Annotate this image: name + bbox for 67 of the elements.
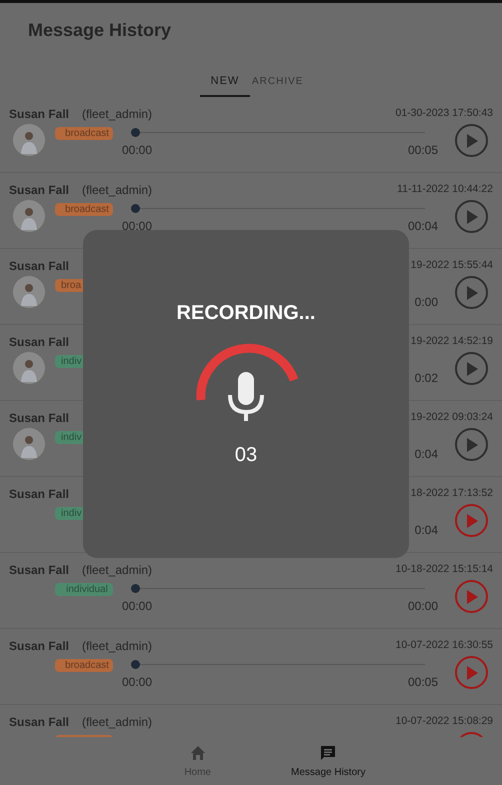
audio-thumb[interactable]: [131, 128, 140, 137]
sender-name: Susan Fall: [9, 638, 70, 655]
audio-thumb[interactable]: [131, 204, 140, 213]
sender-name: Susan Fall: [9, 714, 70, 731]
audio-thumb[interactable]: [131, 584, 140, 593]
current-time: 00:00: [122, 218, 152, 235]
timestamp: 01-30-2023 17:50:43: [396, 106, 493, 122]
current-time: 00:00: [122, 598, 152, 615]
play-icon: [466, 362, 478, 376]
page-title: Message History: [28, 19, 172, 42]
sender-name: Susan Fall: [9, 106, 70, 123]
message-tag: broadcast: [55, 659, 113, 672]
timestamp: 19-2022 15:55:44: [410, 258, 493, 274]
sender-role: (fleet_admin): [82, 182, 152, 199]
play-button[interactable]: [455, 504, 488, 537]
current-time: 00:00: [122, 142, 152, 159]
sender-name: Susan Fall: [9, 562, 70, 579]
play-icon: [466, 514, 478, 528]
sender-role: (fleet_admin): [82, 638, 152, 655]
play-icon: [466, 286, 478, 300]
duration: 00:05: [408, 674, 438, 691]
message-tag: individual: [55, 583, 113, 596]
tab[interactable]: NEW: [200, 58, 250, 97]
play-icon: [466, 210, 478, 224]
timestamp: 19-2022 14:52:19: [410, 334, 493, 350]
duration: 0:02: [414, 370, 438, 387]
message-tag: broadcast: [55, 127, 113, 140]
play-button[interactable]: [455, 656, 488, 689]
sender-role: (fleet_admin): [82, 562, 152, 579]
timestamp: 10-18-2022 15:15:14: [396, 562, 493, 578]
duration: 0:00: [414, 294, 438, 311]
play-button[interactable]: [455, 428, 488, 461]
play-icon: [466, 438, 478, 452]
home-icon: [190, 745, 206, 761]
sender-name: Susan Fall: [9, 486, 70, 503]
timestamp: 11-11-2022 10:44:22: [397, 182, 493, 198]
timestamp: 10-07-2022 15:08:29: [396, 714, 493, 730]
timestamp: 10-07-2022 16:30:55: [396, 638, 493, 654]
countdown-counter: 03: [234, 443, 258, 468]
duration: 0:04: [414, 522, 438, 539]
sender-role: (fleet_admin): [82, 106, 152, 123]
message-tag: broadcast: [55, 203, 113, 216]
duration: 0:04: [414, 446, 438, 463]
play-icon: [466, 590, 478, 604]
play-button[interactable]: [455, 352, 488, 385]
duration: 00:04: [408, 218, 438, 235]
play-button[interactable]: [455, 124, 488, 157]
sender-role: (fleet_admin): [82, 714, 152, 731]
sender-name: Susan Fall: [9, 182, 70, 199]
dialog-title: RECORDING...: [176, 301, 316, 326]
timestamp: 18-2022 17:13:52: [410, 486, 493, 502]
duration: 00:05: [408, 142, 438, 159]
play-button[interactable]: [455, 580, 488, 613]
tab[interactable]: ARCHIVE: [252, 58, 302, 97]
current-time: 00:00: [122, 674, 152, 691]
play-icon: [466, 134, 478, 148]
chat-icon: [320, 745, 336, 761]
timestamp: 19-2022 09:03:24: [410, 410, 493, 426]
sender-name: Susan Fall: [9, 334, 70, 351]
play-icon: [466, 666, 478, 680]
audio-thumb[interactable]: [131, 660, 140, 669]
play-button[interactable]: [455, 276, 488, 309]
sender-name: Susan Fall: [9, 410, 70, 427]
play-button[interactable]: [455, 200, 488, 233]
duration: 00:00: [408, 598, 438, 615]
sender-name: Susan Fall: [9, 258, 70, 275]
nav-item[interactable]: Message History: [291, 737, 366, 785]
